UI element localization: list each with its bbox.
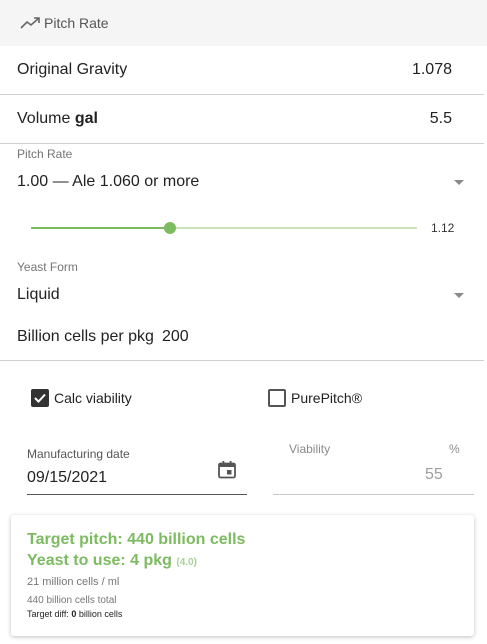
viability-input[interactable]: 55 xyxy=(425,466,443,484)
total-cells-text: 440 billion cells total xyxy=(27,595,117,606)
calc-viability-label: Calc viability xyxy=(54,390,132,406)
billion-cells-value[interactable]: 200 xyxy=(162,328,189,346)
calc-viability-checkbox[interactable]: Calc viability xyxy=(31,389,132,407)
volume-label-text: Volume xyxy=(17,110,71,127)
viability-underline xyxy=(273,494,474,495)
pitch-rate-select[interactable]: 1.00 — Ale 1.060 or more xyxy=(17,173,199,191)
original-gravity-value[interactable]: 1.078 xyxy=(412,61,452,79)
manufacturing-date-label: Manufacturing date xyxy=(27,447,130,461)
volume-unit: gal xyxy=(74,110,98,127)
target-diff-value: 0 xyxy=(71,609,77,619)
checkbox-unchecked-icon[interactable] xyxy=(268,389,286,407)
manufacturing-date-input[interactable]: 09/15/2021 xyxy=(27,469,107,487)
original-gravity-label: Original Gravity xyxy=(17,61,128,78)
section-header: Pitch Rate xyxy=(0,0,487,46)
checkbox-checked-icon[interactable] xyxy=(31,389,49,407)
pitch-rate-slider-value: 1.12 xyxy=(431,221,455,235)
volume-value[interactable]: 5.5 xyxy=(430,110,452,128)
result-card: Target pitch: 440 billion cells Yeast to… xyxy=(11,515,474,636)
billion-cells-label: Billion cells per pkg xyxy=(17,328,154,345)
volume-row[interactable]: Volume gal 5.5 xyxy=(0,95,484,144)
pitch-rate-slider-track[interactable] xyxy=(169,227,417,229)
pitch-rate-label: Pitch Rate xyxy=(17,147,73,161)
target-pitch-text: Target pitch: 440 billion cells xyxy=(27,531,246,548)
volume-label: Volume gal xyxy=(17,110,98,128)
calendar-icon[interactable] xyxy=(217,460,237,480)
trending-up-icon xyxy=(20,16,42,30)
cells-per-ml-text: 21 million cells / ml xyxy=(27,576,120,588)
divider xyxy=(0,360,484,361)
purepitch-label: PurePitch® xyxy=(291,390,363,406)
yeast-form-label: Yeast Form xyxy=(17,260,78,274)
section-title: Pitch Rate xyxy=(44,15,109,31)
yeast-form-dropdown-icon[interactable] xyxy=(454,293,464,298)
viability-unit: % xyxy=(449,442,460,456)
target-diff-text: Target diff: 0 billion cells xyxy=(27,609,122,619)
pitch-rate-slider-thumb[interactable] xyxy=(163,222,176,234)
target-diff-suffix: billion cells xyxy=(78,609,123,619)
pitch-rate-slider-fill[interactable] xyxy=(31,227,170,229)
viability-label: Viability xyxy=(289,442,331,456)
yeast-exact-value: (4.0) xyxy=(176,557,197,568)
yeast-to-use-value: Yeast to use: 4 pkg xyxy=(27,552,172,569)
pitch-rate-dropdown-icon[interactable] xyxy=(454,180,464,185)
original-gravity-row[interactable]: Original Gravity 1.078 xyxy=(0,46,484,95)
yeast-form-select[interactable]: Liquid xyxy=(17,286,60,304)
manufacturing-date-underline xyxy=(27,494,247,495)
purepitch-checkbox[interactable]: PurePitch® xyxy=(268,389,362,407)
yeast-to-use-text: Yeast to use: 4 pkg (4.0) xyxy=(27,552,197,570)
target-diff-prefix: Target diff: xyxy=(27,609,69,619)
